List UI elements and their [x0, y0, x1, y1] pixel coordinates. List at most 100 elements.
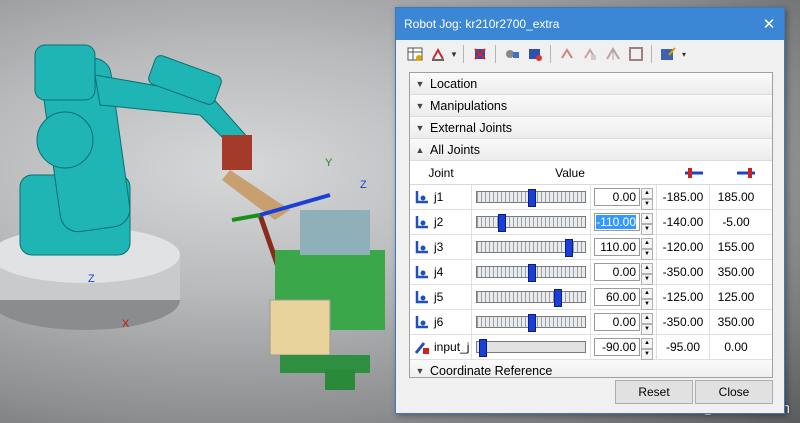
reset-button[interactable]: Reset	[615, 380, 693, 404]
section-coordinate-reference[interactable]: ▼ Coordinate Reference	[410, 360, 772, 378]
chevron-down-icon: ▼	[415, 122, 425, 133]
spin-down-icon[interactable]: ▼	[641, 324, 653, 335]
copy-pose-icon[interactable]	[556, 44, 577, 65]
slider-thumb[interactable]	[497, 214, 506, 232]
value-spinner[interactable]: ▲ ▼	[641, 288, 653, 310]
spin-down-icon[interactable]: ▼	[641, 274, 653, 285]
joint-value-input[interactable]: -90.00	[594, 338, 640, 356]
spin-up-icon[interactable]: ▲	[641, 263, 653, 274]
value-spinner[interactable]: ▲ ▼	[641, 313, 653, 335]
spin-down-icon[interactable]: ▼	[641, 349, 653, 360]
spin-down-icon[interactable]: ▼	[641, 249, 653, 260]
joint-max-limit: 350.00	[717, 265, 755, 279]
joint-row: j5 60.00 ▲ ▼ -125.00 125.00	[410, 285, 772, 310]
value-spinner[interactable]: ▲ ▼	[641, 338, 653, 360]
joint-slider[interactable]	[476, 289, 586, 307]
joint-row: input_j -90.00 ▲ ▼ -95.00 0.00	[410, 335, 772, 360]
toolbar-overflow-icon[interactable]: ▾	[680, 44, 688, 64]
paste-pose-icon[interactable]	[579, 44, 600, 65]
joint-max-limit: -5.00	[722, 215, 750, 229]
joint-value-input[interactable]: 60.00	[594, 288, 640, 306]
home-pose-icon[interactable]	[427, 44, 448, 65]
joint-slider[interactable]	[476, 239, 586, 257]
joint-value-cell: -90.00 ▲ ▼	[591, 335, 657, 360]
spin-down-icon[interactable]: ▼	[641, 299, 653, 310]
slider-thumb[interactable]	[528, 314, 536, 332]
joint-slider[interactable]	[476, 339, 586, 357]
joint-value-cell: 60.00 ▲ ▼	[591, 285, 657, 310]
joint-value-input[interactable]: 0.00	[594, 263, 640, 281]
spin-up-icon[interactable]: ▲	[641, 338, 653, 349]
joint-max-limit: 0.00	[724, 340, 748, 354]
joint-row: j3 110.00 ▲ ▼ -120.00 155.00	[410, 235, 772, 260]
slider-thumb[interactable]	[479, 339, 488, 357]
joint-value: 60.00	[605, 290, 636, 304]
joint-icon	[414, 189, 430, 205]
value-column-header: Value	[555, 165, 585, 180]
follow-mode-icon[interactable]	[501, 44, 522, 65]
joint-max-limit: 155.00	[717, 240, 755, 254]
slider-thumb[interactable]	[564, 239, 573, 257]
joint-value-cell: 110.00 ▲ ▼	[591, 235, 657, 260]
joint-value: -110.00	[596, 215, 636, 229]
joint-slider[interactable]	[476, 189, 586, 207]
pose-dropdown-icon[interactable]: ▼	[450, 44, 458, 64]
joint-min-limit: -350.00	[657, 310, 710, 334]
spin-up-icon[interactable]: ▲	[641, 213, 653, 224]
joint-slider[interactable]	[476, 214, 586, 232]
spin-down-icon[interactable]: ▼	[641, 199, 653, 210]
joint-value-input[interactable]: 0.00	[594, 313, 640, 331]
joint-value-cell: 0.00 ▲ ▼	[591, 310, 657, 335]
value-spinner[interactable]: ▲ ▼	[641, 213, 653, 235]
joint-name: j6	[434, 315, 444, 329]
value-spinner[interactable]: ▲ ▼	[641, 263, 653, 285]
section-external-joints[interactable]: ▼ External Joints	[410, 117, 772, 139]
joint-icon	[414, 289, 430, 305]
value-spinner[interactable]: ▲ ▼	[641, 238, 653, 260]
joint-name-cell: j2	[410, 210, 472, 234]
joint-min-limit: -120.00	[657, 235, 710, 259]
spin-up-icon[interactable]: ▲	[641, 188, 653, 199]
joint-value-cell: 0.00 ▲ ▼	[591, 260, 657, 285]
joint-row: j6 0.00 ▲ ▼ -350.00 350.00	[410, 310, 772, 335]
section-manipulations[interactable]: ▼ Manipulations	[410, 95, 772, 117]
slider-thumb[interactable]	[553, 289, 562, 307]
slider-thumb[interactable]	[528, 264, 536, 282]
joint-max-limit: 185.00	[717, 190, 755, 204]
joint-name: input_j	[434, 340, 470, 354]
joint-row: j4 0.00 ▲ ▼ -350.00 350.00	[410, 260, 772, 285]
joint-slider[interactable]	[476, 264, 586, 282]
slider-thumb[interactable]	[528, 189, 536, 207]
table-icon[interactable]	[404, 44, 425, 65]
chevron-down-icon: ▼	[415, 100, 425, 111]
joint-icon	[414, 214, 430, 230]
joint-value: 0.00	[612, 190, 636, 204]
section-location[interactable]: ▼ Location	[410, 73, 772, 95]
close-button[interactable]: Close	[695, 380, 773, 404]
options-icon[interactable]	[657, 44, 678, 65]
teach-pendant-icon[interactable]	[524, 44, 545, 65]
joint-min-limit: -350.00	[657, 260, 710, 284]
joint-name-cell: j1	[410, 185, 472, 209]
spin-up-icon[interactable]: ▲	[641, 238, 653, 249]
spin-down-icon[interactable]: ▼	[641, 224, 653, 235]
dialog-titlebar[interactable]: Robot Jog: kr210r2700_extra ✕	[396, 8, 784, 40]
section-all-joints[interactable]: ▲ All Joints	[410, 139, 772, 161]
mirror-icon[interactable]	[602, 44, 623, 65]
joint-value-input[interactable]: 0.00	[594, 188, 640, 206]
toolbar-separator	[495, 45, 496, 63]
reset-joints-icon[interactable]	[469, 44, 490, 65]
joint-value-input[interactable]: 110.00	[594, 238, 640, 256]
close-icon[interactable]: ✕	[754, 15, 784, 33]
joint-name: j2	[434, 215, 444, 229]
section-label: All Joints	[430, 142, 481, 157]
spin-up-icon[interactable]: ▲	[641, 288, 653, 299]
joint-value-cell: -110.00 ▲ ▼	[591, 210, 657, 235]
joint-name-cell: j3	[410, 235, 472, 259]
frame-icon[interactable]	[625, 44, 646, 65]
joint-value-input[interactable]: -110.00	[594, 213, 640, 231]
spin-up-icon[interactable]: ▲	[641, 313, 653, 324]
section-label: Coordinate Reference	[430, 363, 553, 378]
value-spinner[interactable]: ▲ ▼	[641, 188, 653, 210]
joint-slider[interactable]	[476, 314, 586, 332]
